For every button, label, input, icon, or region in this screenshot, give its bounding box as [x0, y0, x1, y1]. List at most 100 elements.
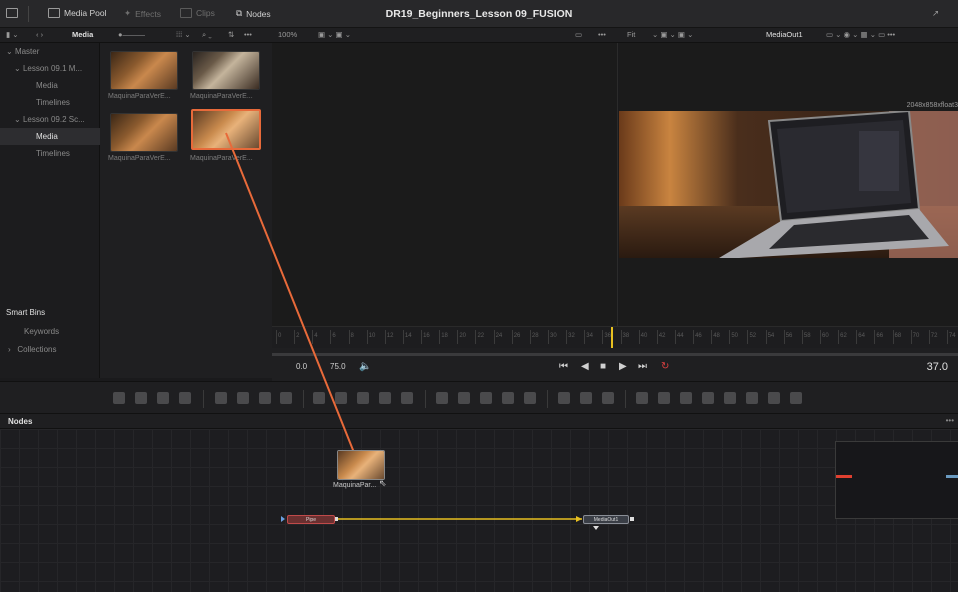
channel-booleans-tool-icon[interactable]	[335, 392, 347, 404]
more-options-icon[interactable]: •••	[946, 416, 954, 425]
nodes-button[interactable]: ⧉ Nodes	[236, 8, 271, 19]
smart-bin-collections[interactable]: › Collections	[0, 341, 100, 358]
bin-lesson-09-2-media[interactable]: Media	[0, 128, 100, 145]
play-reverse-icon[interactable]: ◀	[581, 361, 589, 372]
panel-toggle-button[interactable]	[6, 8, 18, 18]
tool-divider	[425, 390, 426, 408]
ellipse-mask-icon[interactable]	[458, 392, 470, 404]
color-corrector-tool-icon[interactable]	[280, 392, 292, 404]
merge3d-tool-icon[interactable]	[680, 392, 692, 404]
node-editor[interactable]	[0, 429, 958, 592]
shape3d-tool-icon[interactable]	[636, 392, 648, 404]
media-in-node-ghost[interactable]	[337, 450, 385, 480]
bin-lesson-09-1-media[interactable]: Media	[0, 77, 100, 94]
bin-lesson-09-2-timelines[interactable]: Timelines	[0, 145, 100, 162]
media-in-node-label: MaquinaPar...	[333, 482, 377, 489]
effects-button[interactable]: ✦ Effects	[124, 8, 161, 19]
ruler-tick-label: 4	[314, 333, 318, 339]
ruler-tick	[602, 330, 604, 344]
viewer-controls-icon[interactable]: ⌄ ▣ ⌄ ▣ ⌄	[652, 30, 693, 39]
bin-lesson-09-2[interactable]: ⌄ Lesson 09.2 Sc...	[0, 111, 100, 128]
view-mode-icon[interactable]: ⁞⁞⁞ ⌄	[176, 30, 191, 39]
render-start-frame[interactable]: 0.0	[296, 362, 307, 371]
dual-viewer-icon[interactable]: ▭	[575, 30, 582, 39]
viewer-channel-icon[interactable]: ▭ ⌄ ◉ ⌄ ▦ ⌄ ▭ •••	[826, 30, 895, 39]
play-forward-icon[interactable]: ▶	[619, 361, 627, 372]
fastnoise-tool-icon[interactable]	[237, 392, 249, 404]
go-to-end-icon[interactable]: ⏭	[638, 361, 647, 372]
ruler-tick	[946, 330, 948, 344]
clip-image	[193, 111, 259, 148]
fusion-tool-strip	[0, 381, 958, 414]
paint-tool-icon[interactable]	[135, 392, 147, 404]
ruler-tick	[892, 330, 894, 344]
ruler-tick	[529, 330, 531, 344]
clips-button[interactable]: Clips	[180, 8, 215, 18]
stop-icon[interactable]: ■	[600, 361, 606, 372]
clip-thumbnail[interactable]	[192, 51, 260, 90]
layout-toggle-icon[interactable]: ▮ ⌄	[6, 30, 19, 39]
more-options-icon[interactable]: •••	[598, 30, 606, 39]
text-tool-icon[interactable]	[157, 392, 169, 404]
mediaout-node[interactable]: MediaOut1	[583, 515, 629, 524]
go-to-start-icon[interactable]: ⏮	[559, 361, 568, 372]
node-minimap[interactable]	[835, 441, 958, 519]
fbx-tool-icon[interactable]	[790, 392, 802, 404]
media-pool-label: Media Pool	[64, 8, 107, 18]
transform-tool-icon[interactable]	[379, 392, 391, 404]
current-frame[interactable]: 37.0	[927, 361, 948, 373]
spotlight-tool-icon[interactable]	[724, 392, 736, 404]
particles-tool-icon[interactable]	[215, 392, 227, 404]
zoom-level[interactable]: 100%	[278, 30, 297, 39]
brush-tool-icon[interactable]	[179, 392, 191, 404]
ruler-tick	[820, 330, 821, 344]
bin-lesson-09-1-timelines[interactable]: Timelines	[0, 94, 100, 111]
polygon-mask-icon[interactable]	[480, 392, 492, 404]
media-pool-button[interactable]: Media Pool	[48, 8, 107, 18]
nodes-panel-title: Nodes	[8, 417, 33, 426]
matte-control-tool-icon[interactable]	[357, 392, 369, 404]
ruler-tick	[856, 330, 858, 344]
clip-thumbnail[interactable]	[110, 51, 178, 90]
camera3d-tool-icon[interactable]	[702, 392, 714, 404]
thumbnail-size-slider[interactable]: ●———	[118, 30, 145, 39]
bin-master[interactable]: ⌄ Master	[0, 43, 100, 60]
bin-lesson-09-1[interactable]: ⌄ Lesson 09.1 M...	[0, 60, 100, 77]
rectangle-mask-icon[interactable]	[436, 392, 448, 404]
delta-keyer-tool-icon[interactable]	[602, 392, 614, 404]
audio-icon[interactable]: 🔈	[359, 361, 371, 372]
merge-tool-icon[interactable]	[313, 392, 325, 404]
time-ruler[interactable]: 0 2 4 6 8 10 12 14 16 18 20 22 24 26 28 30 32 34 36 38 40 42 4…	[272, 326, 958, 349]
render-end-frame[interactable]: 75.0	[330, 362, 346, 371]
imageplane3d-tool-icon[interactable]	[768, 392, 780, 404]
ruler-tick	[366, 330, 368, 344]
loop-icon[interactable]: ↻	[661, 361, 669, 372]
search-icon[interactable]: ⌕ ⌄	[202, 30, 212, 40]
clip-thumbnail-selected[interactable]	[191, 109, 261, 150]
bspline-mask-icon[interactable]	[502, 392, 514, 404]
ruler-tick-label: 0	[278, 333, 282, 339]
planar-tracker-tool-icon[interactable]	[580, 392, 592, 404]
left-viewer[interactable]	[272, 43, 618, 326]
viewer-options-icon[interactable]: ▣ ⌄ ▣ ⌄	[318, 30, 351, 39]
background-tool-icon[interactable]	[113, 392, 125, 404]
resolution-label: 2048x858xfloat3	[906, 102, 958, 109]
fit-dropdown[interactable]: Fit	[627, 30, 635, 39]
ruler-tick	[584, 330, 586, 344]
clip-thumbnail[interactable]	[110, 113, 178, 152]
scrub-bar[interactable]	[272, 353, 958, 356]
sort-icon[interactable]: ⇅	[228, 30, 234, 39]
resize-tool-icon[interactable]	[401, 392, 413, 404]
back-forward-icon[interactable]: ‹ ›	[36, 30, 43, 39]
sound-library-button[interactable]: ↗	[932, 8, 939, 19]
more-options-icon[interactable]: •••	[244, 30, 252, 39]
smart-bin-keywords[interactable]: Keywords	[0, 323, 100, 340]
playhead[interactable]	[611, 327, 614, 349]
brightness-tool-icon[interactable]	[259, 392, 271, 404]
pipe-node[interactable]: Pipe	[287, 515, 335, 524]
text3d-tool-icon[interactable]	[658, 392, 670, 404]
wand-mask-icon[interactable]	[524, 392, 536, 404]
ruler-tick	[674, 330, 676, 344]
tracker-tool-icon[interactable]	[558, 392, 570, 404]
renderer3d-tool-icon[interactable]	[746, 392, 758, 404]
